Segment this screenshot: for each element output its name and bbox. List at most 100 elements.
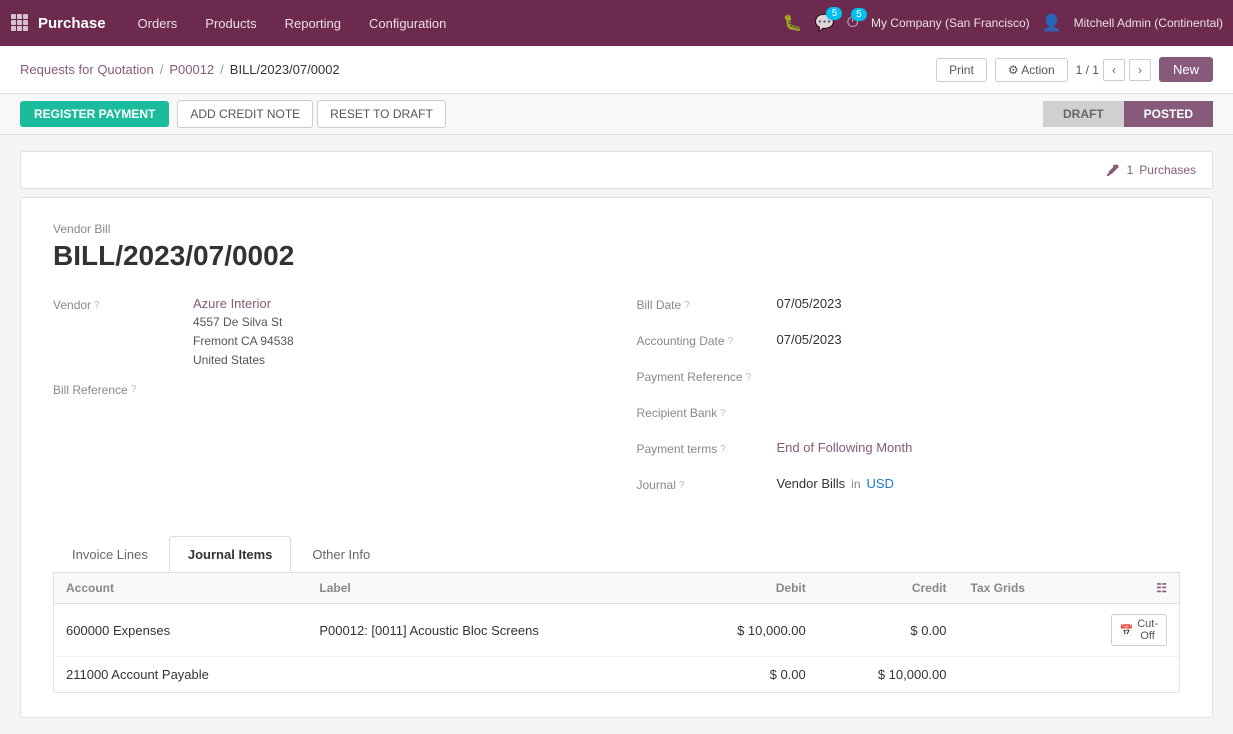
pager-next[interactable]: › — [1129, 59, 1151, 81]
row1-label[interactable]: P00012: [0011] Acoustic Bloc Screens — [307, 604, 677, 657]
breadcrumb-bill: BILL/2023/07/0002 — [230, 62, 340, 77]
row2-credit: $ 10,000.00 — [818, 657, 959, 693]
vendor-hint: ? — [94, 300, 100, 311]
payment-terms-hint: ? — [720, 444, 726, 455]
tab-other-info[interactable]: Other Info — [293, 536, 389, 572]
register-payment-button[interactable]: REGISTER PAYMENT — [20, 101, 169, 127]
journal-hint: ? — [679, 480, 685, 491]
bill-date-value[interactable]: 07/05/2023 — [777, 296, 1181, 311]
row2-tax-grids — [959, 657, 1099, 693]
company-name[interactable]: My Company (San Francisco) — [871, 16, 1030, 30]
purchases-count-link[interactable]: 1 Purchases — [1105, 162, 1196, 178]
nav-reporting[interactable]: Reporting — [273, 10, 353, 37]
tab-journal-items[interactable]: Journal Items — [169, 536, 292, 572]
payment-reference-label: Payment Reference ? — [637, 368, 777, 384]
accounting-date-value[interactable]: 07/05/2023 — [777, 332, 1181, 347]
reset-to-draft-button[interactable]: RESET TO DRAFT — [317, 100, 446, 128]
row1-credit: $ 0.00 — [818, 604, 959, 657]
calendar-icon: 📅 — [1120, 624, 1134, 637]
breadcrumb-po[interactable]: P00012 — [169, 62, 214, 77]
journal-label: Journal ? — [637, 476, 777, 492]
row1-tax-grids — [959, 604, 1099, 657]
gear-icon: ⚙ — [1008, 63, 1019, 77]
breadcrumb-bar: Requests for Quotation / P00012 / BILL/2… — [0, 46, 1233, 94]
status-posted[interactable]: POSTED — [1124, 101, 1213, 127]
nav-orders[interactable]: Orders — [126, 10, 190, 37]
recipient-bank-field-row: Recipient Bank ? — [637, 404, 1181, 430]
journal-field-row: Journal ? Vendor Bills in USD — [637, 476, 1181, 502]
pager-prev[interactable]: ‹ — [1103, 59, 1125, 81]
table-row: 600000 Expenses P00012: [0011] Acoustic … — [54, 604, 1179, 657]
journal-value-group: Vendor Bills in USD — [777, 476, 1181, 491]
main-content: 1 Purchases Vendor Bill BILL/2023/07/000… — [0, 135, 1233, 734]
accounting-date-hint: ? — [728, 336, 734, 347]
col-debit: Debit — [677, 573, 818, 604]
payment-terms-field-row: Payment terms ? End of Following Month — [637, 440, 1181, 466]
vendor-field-row: Vendor ? Azure Interior 4557 De Silva St… — [53, 296, 597, 371]
bill-reference-label: Bill Reference ? — [53, 381, 193, 397]
breadcrumb-sep1: / — [160, 62, 164, 77]
col-tax-grids: Tax Grids — [959, 573, 1099, 604]
status-pipeline: DRAFT POSTED — [1043, 101, 1213, 127]
purchases-count-num: 1 — [1127, 163, 1134, 177]
vendor-name[interactable]: Azure Interior — [193, 296, 597, 311]
form-grid: Vendor ? Azure Interior 4557 De Silva St… — [53, 296, 1180, 512]
nav-products[interactable]: Products — [193, 10, 268, 37]
vendor-value: Azure Interior 4557 De Silva StFremont C… — [193, 296, 597, 371]
col-label: Label — [307, 573, 677, 604]
messages-icon[interactable]: 💬 5 — [815, 13, 835, 33]
app-name[interactable]: Purchase — [38, 15, 106, 32]
form-card: Vendor Bill BILL/2023/07/0002 Vendor ? A… — [20, 197, 1213, 718]
print-button[interactable]: Print — [936, 58, 987, 82]
journal-currency[interactable]: USD — [867, 476, 1181, 491]
row1-account[interactable]: 600000 Expenses — [54, 604, 307, 657]
nav-right-area: 🐛 💬 5 ⏱ 5 My Company (San Francisco) 👤 M… — [783, 13, 1223, 33]
journal-value[interactable]: Vendor Bills — [777, 476, 846, 491]
vendor-bill-label: Vendor Bill — [53, 222, 1180, 236]
recipient-bank-label: Recipient Bank ? — [637, 404, 777, 420]
col-filter: ☷ — [1099, 573, 1179, 604]
vendor-address: 4557 De Silva StFremont CA 94538United S… — [193, 313, 597, 371]
pager: 1 / 1 ‹ › — [1076, 59, 1151, 81]
breadcrumb-rfq[interactable]: Requests for Quotation — [20, 62, 154, 77]
action-button[interactable]: ⚙ Action — [995, 58, 1068, 82]
tab-invoice-lines[interactable]: Invoice Lines — [53, 536, 167, 572]
journal-currency-in: in — [851, 477, 860, 491]
form-right-column: Bill Date ? 07/05/2023 Accounting Date ?… — [637, 296, 1181, 512]
filter-icon[interactable]: ☷ — [1156, 581, 1167, 595]
cut-off-button[interactable]: 📅 Cut-Off — [1111, 614, 1167, 646]
nav-configuration[interactable]: Configuration — [357, 10, 458, 37]
form-left-column: Vendor ? Azure Interior 4557 De Silva St… — [53, 296, 597, 512]
payment-reference-field-row: Payment Reference ? — [637, 368, 1181, 394]
row2-actions — [1099, 657, 1179, 693]
bill-date-hint: ? — [684, 300, 690, 311]
user-avatar[interactable]: 👤 — [1042, 13, 1062, 33]
bill-number: BILL/2023/07/0002 — [53, 240, 1180, 272]
col-credit: Credit — [818, 573, 959, 604]
row2-debit: $ 0.00 — [677, 657, 818, 693]
purchases-widget: 1 Purchases — [20, 151, 1213, 189]
payment-terms-label: Payment terms ? — [637, 440, 777, 456]
status-draft[interactable]: DRAFT — [1043, 101, 1124, 127]
breadcrumb-actions: Print ⚙ Action 1 / 1 ‹ › New — [936, 57, 1213, 82]
payment-terms-value[interactable]: End of Following Month — [777, 440, 1181, 455]
user-name[interactable]: Mitchell Admin (Continental) — [1074, 16, 1223, 30]
row2-account[interactable]: 211000 Account Payable — [54, 657, 307, 693]
bill-date-label: Bill Date ? — [637, 296, 777, 312]
table-header-row: Account Label Debit Credit Tax Grids — [54, 573, 1179, 604]
accounting-date-field-row: Accounting Date ? 07/05/2023 — [637, 332, 1181, 358]
messages-badge: 5 — [826, 7, 842, 20]
row2-label[interactable] — [307, 657, 677, 693]
top-navigation: Purchase Orders Products Reporting Confi… — [0, 0, 1233, 46]
col-account: Account — [54, 573, 307, 604]
new-button[interactable]: New — [1159, 57, 1213, 82]
add-credit-note-button[interactable]: ADD CREDIT NOTE — [177, 100, 313, 128]
edit-icon — [1105, 162, 1121, 178]
table-row: 211000 Account Payable $ 0.00 $ 10,000.0… — [54, 657, 1179, 693]
breadcrumb: Requests for Quotation / P00012 / BILL/2… — [20, 62, 340, 77]
action-bar: REGISTER PAYMENT ADD CREDIT NOTE RESET T… — [0, 94, 1233, 135]
row1-debit: $ 10,000.00 — [677, 604, 818, 657]
clock-icon[interactable]: ⏱ 5 — [846, 14, 858, 32]
grid-icon[interactable] — [10, 13, 28, 34]
bug-icon[interactable]: 🐛 — [783, 13, 803, 33]
